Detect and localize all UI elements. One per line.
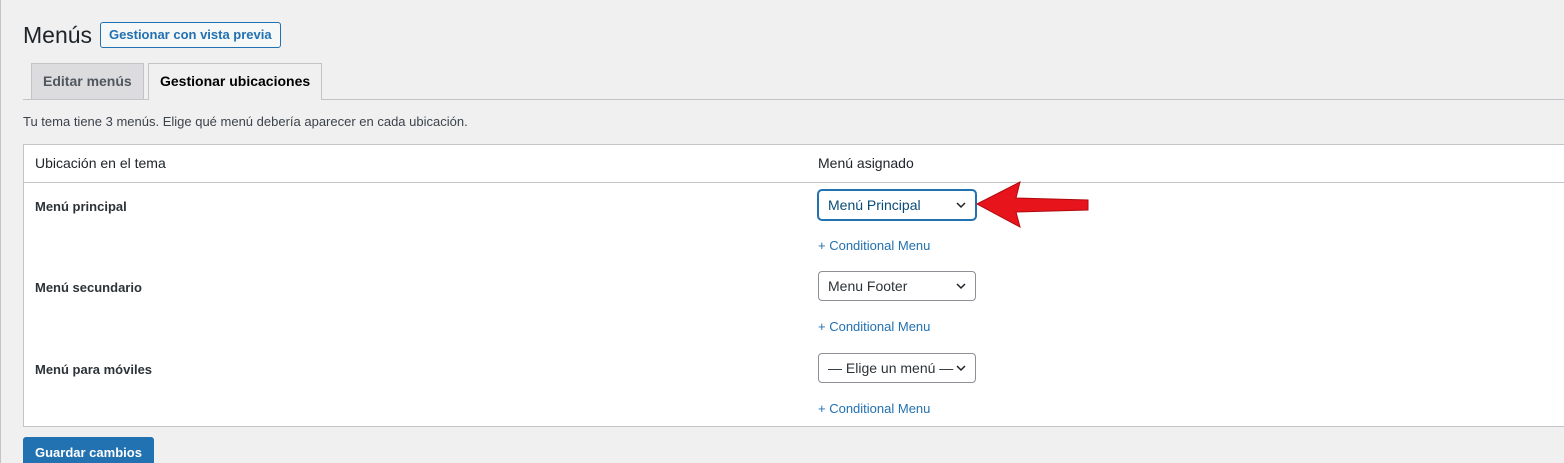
chevron-down-icon xyxy=(956,365,966,372)
nav-tabs: Editar menús Gestionar ubicaciones xyxy=(23,63,1564,100)
menus-screen: Menús Gestionar con vista previa Editar … xyxy=(0,0,1564,463)
page-title: Menús xyxy=(23,22,93,48)
locations-table: Ubicación en el tema Menú asignado Menú … xyxy=(23,144,1564,427)
menu-select-value: Menú Principal xyxy=(828,197,921,213)
table-header: Ubicación en el tema Menú asignado xyxy=(24,145,1564,183)
location-label-secondary: Menú secundario xyxy=(35,280,142,295)
page-header: Menús Gestionar con vista previa xyxy=(23,22,281,48)
locations-description: Tu tema tiene 3 menús. Elige qué menú de… xyxy=(23,114,468,129)
location-label-mobile: Menú para móviles xyxy=(35,362,153,377)
red-arrow-icon xyxy=(976,181,1089,228)
save-changes-button[interactable]: Guardar cambios xyxy=(23,437,154,463)
column-header-menu: Menú asignado xyxy=(818,155,914,171)
chevron-down-icon xyxy=(956,283,966,290)
menu-select-secondary[interactable]: Menu Footer xyxy=(818,271,976,301)
menu-select-primary[interactable]: Menú Principal xyxy=(818,190,976,220)
location-label-primary: Menú principal xyxy=(35,199,127,214)
conditional-menu-link-secondary[interactable]: + Conditional Menu xyxy=(818,319,930,334)
manage-preview-button[interactable]: Gestionar con vista previa xyxy=(100,22,281,48)
column-header-location: Ubicación en el tema xyxy=(35,155,166,171)
menu-select-value: — Elige un menú — xyxy=(828,360,954,376)
menu-select-value: Menu Footer xyxy=(828,278,908,294)
tab-edit-menus[interactable]: Editar menús xyxy=(31,63,144,99)
conditional-menu-link-mobile[interactable]: + Conditional Menu xyxy=(818,401,930,416)
conditional-menu-link-primary[interactable]: + Conditional Menu xyxy=(818,238,930,253)
chevron-down-icon xyxy=(956,202,966,209)
tab-manage-locations[interactable]: Gestionar ubicaciones xyxy=(148,63,323,100)
menu-select-mobile[interactable]: — Elige un menú — xyxy=(818,353,976,383)
